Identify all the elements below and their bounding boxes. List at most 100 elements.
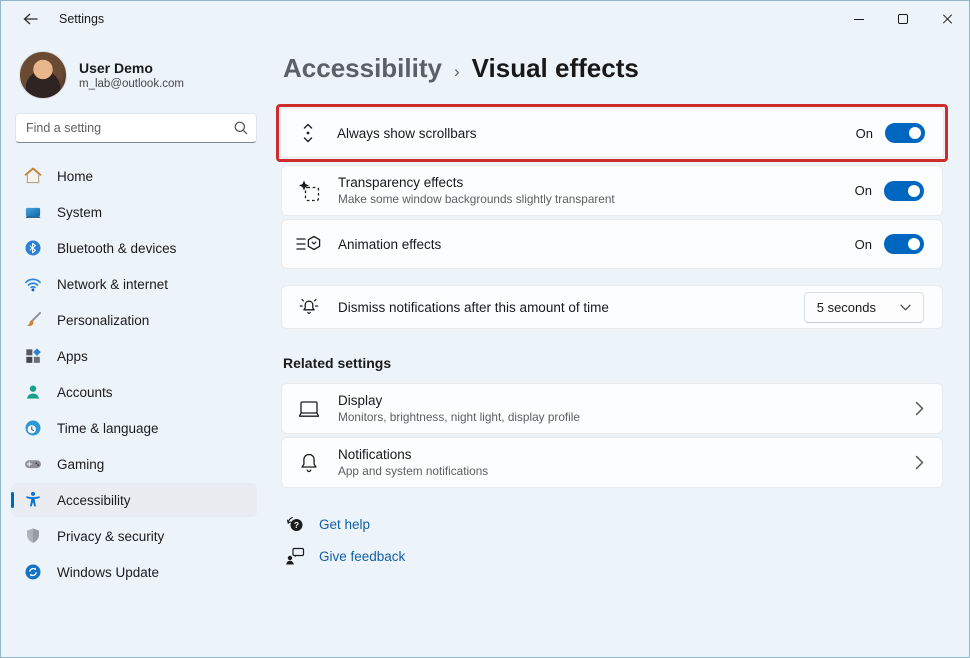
setting-title: Dismiss notifications after this amount … — [338, 300, 804, 315]
setting-title: Transparency effects — [338, 175, 855, 190]
toggle-knob — [909, 127, 921, 139]
sidebar-item-label: Accounts — [57, 385, 113, 400]
privacy-icon — [23, 526, 43, 546]
user-card[interactable]: User Demo m_lab@outlook.com — [11, 45, 257, 113]
toggle-state-label: On — [855, 183, 872, 198]
back-arrow-icon — [23, 13, 38, 25]
gaming-icon — [23, 454, 43, 474]
sidebar-item-label: Privacy & security — [57, 529, 164, 544]
sidebar-item-system[interactable]: System — [11, 195, 257, 229]
setting-text: Always show scrollbars — [337, 117, 856, 150]
user-info: User Demo m_lab@outlook.com — [79, 60, 184, 90]
user-name: User Demo — [79, 60, 184, 76]
sidebar-item-label: Windows Update — [57, 565, 159, 580]
dismiss-time-dropdown[interactable]: 5 seconds — [804, 292, 924, 323]
give-feedback-label: Give feedback — [319, 549, 405, 564]
bluetooth-icon — [23, 238, 43, 258]
highlight-box: Always show scrollbars On — [276, 104, 948, 162]
breadcrumb-separator-icon: › — [454, 62, 460, 82]
sidebar-item-accounts[interactable]: Accounts — [11, 375, 257, 409]
breadcrumb-parent[interactable]: Accessibility — [283, 53, 442, 84]
setting-text: Display Monitors, brightness, night ligh… — [338, 384, 915, 433]
setting-row-transparency-effects: Transparency effects Make some window ba… — [281, 165, 943, 216]
selected-indicator — [11, 492, 14, 508]
maximize-button[interactable] — [881, 1, 925, 37]
dropdown-value: 5 seconds — [817, 300, 876, 315]
setting-text: Notifications App and system notificatio… — [338, 438, 915, 487]
give-feedback-link[interactable]: Give feedback — [285, 546, 405, 566]
close-button[interactable] — [925, 1, 969, 37]
search-box — [15, 113, 257, 143]
maximize-icon — [898, 14, 908, 24]
sidebar-item-label: Time & language — [57, 421, 159, 436]
breadcrumb: Accessibility › Visual effects — [283, 53, 943, 84]
related-settings-heading: Related settings — [283, 355, 943, 371]
sidebar-item-home[interactable]: Home — [11, 159, 257, 193]
system-icon — [23, 202, 43, 222]
search-input[interactable] — [15, 113, 257, 143]
toggle-state-label: On — [856, 126, 873, 141]
setting-text: Dismiss notifications after this amount … — [338, 291, 804, 324]
close-icon — [941, 13, 953, 25]
sidebar-item-label: Personalization — [57, 313, 149, 328]
sidebar-item-label: Gaming — [57, 457, 104, 472]
sidebar-item-accessibility[interactable]: Accessibility — [11, 483, 257, 517]
chevron-down-icon — [900, 304, 911, 311]
transparency-icon — [296, 179, 322, 203]
always-show-scrollbars-toggle[interactable] — [885, 123, 925, 143]
display-icon — [296, 398, 322, 420]
sidebar-item-personalization[interactable]: Personalization — [11, 303, 257, 337]
sidebar-nav: Home System Bluetooth & devices — [11, 159, 257, 589]
window-controls — [837, 1, 969, 37]
related-link-notifications[interactable]: Notifications App and system notificatio… — [281, 437, 943, 488]
chevron-right-icon — [915, 401, 924, 416]
sidebar-item-label: Network & internet — [57, 277, 168, 292]
sidebar-item-windows-update[interactable]: Windows Update — [11, 555, 257, 589]
setting-text: Animation effects — [338, 228, 855, 261]
user-email: m_lab@outlook.com — [79, 78, 184, 90]
link-title: Display — [338, 393, 915, 408]
link-subtitle: App and system notifications — [338, 464, 915, 478]
app-title: Settings — [59, 12, 104, 26]
personalization-icon — [23, 310, 43, 330]
scrollbar-icon — [295, 121, 321, 145]
help-icon: ? — [285, 514, 305, 534]
feedback-icon — [285, 546, 305, 566]
setting-row-animation-effects: Animation effects On — [281, 219, 943, 269]
titlebar: Settings — [1, 1, 969, 37]
transparency-effects-toggle[interactable] — [884, 181, 924, 201]
setting-title: Animation effects — [338, 237, 855, 252]
sidebar-item-label: Apps — [57, 349, 88, 364]
get-help-link[interactable]: ? Get help — [285, 514, 370, 534]
main-content: Accessibility › Visual effects Always sh… — [273, 37, 969, 657]
sidebar-item-bluetooth[interactable]: Bluetooth & devices — [11, 231, 257, 265]
sidebar-item-privacy[interactable]: Privacy & security — [11, 519, 257, 553]
sidebar-item-time-language[interactable]: Time & language — [11, 411, 257, 445]
related-link-display[interactable]: Display Monitors, brightness, night ligh… — [281, 383, 943, 434]
page-title: Visual effects — [472, 53, 639, 84]
dismiss-notifications-icon — [296, 295, 322, 319]
get-help-label: Get help — [319, 517, 370, 532]
sidebar-item-label: Accessibility — [57, 493, 131, 508]
home-icon — [23, 166, 43, 186]
footer-links: ? Get help Give feedback — [285, 514, 943, 566]
link-subtitle: Monitors, brightness, night light, displ… — [338, 410, 915, 424]
sidebar-item-network[interactable]: Network & internet — [11, 267, 257, 301]
animation-effects-toggle[interactable] — [884, 234, 924, 254]
time-language-icon — [23, 418, 43, 438]
sidebar-item-apps[interactable]: Apps — [11, 339, 257, 373]
svg-text:?: ? — [294, 520, 299, 530]
sidebar: User Demo m_lab@outlook.com Home — [1, 37, 273, 657]
notifications-icon — [296, 451, 322, 475]
setting-title: Always show scrollbars — [337, 126, 856, 141]
apps-icon — [23, 346, 43, 366]
minimize-button[interactable] — [837, 1, 881, 37]
sidebar-item-gaming[interactable]: Gaming — [11, 447, 257, 481]
setting-subtitle: Make some window backgrounds slightly tr… — [338, 192, 855, 206]
search-icon — [233, 120, 249, 136]
windows-update-icon — [23, 562, 43, 582]
chevron-right-icon — [915, 455, 924, 470]
sidebar-item-label: System — [57, 205, 102, 220]
toggle-knob — [908, 238, 920, 250]
back-button[interactable] — [15, 6, 45, 32]
